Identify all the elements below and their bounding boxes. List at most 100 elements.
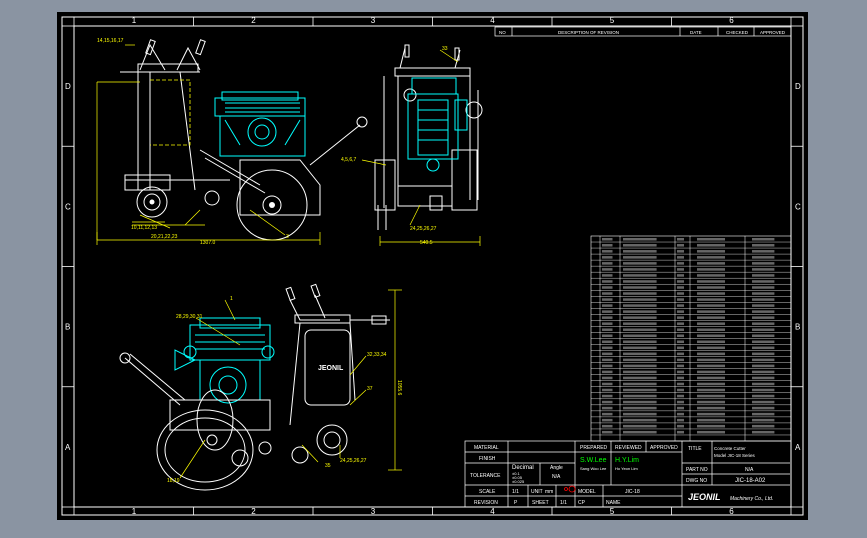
bom-cell-text xyxy=(677,280,684,283)
bom-cell-text xyxy=(602,418,613,422)
bom-cell-text xyxy=(697,334,725,337)
bom-cell-text xyxy=(623,430,657,434)
bom-cell-text xyxy=(677,388,684,392)
unit-val: mm xyxy=(545,489,553,495)
bom-cell-text xyxy=(697,358,725,362)
name-label: NAME xyxy=(606,500,621,506)
callout-side-dim: 1307.0 xyxy=(200,240,216,246)
bom-cell-text xyxy=(752,352,775,356)
bom-cell-text xyxy=(697,406,725,410)
bom-cell-text xyxy=(752,280,775,283)
bom-cell-text xyxy=(752,364,775,368)
title-line-2: Model JIC-18 Series xyxy=(714,453,756,458)
bom-cell-text xyxy=(697,352,725,356)
bom-cell-text xyxy=(602,370,613,374)
bom-cell-text xyxy=(752,244,775,247)
bom-cell-text xyxy=(752,412,775,416)
bom-cell-text xyxy=(752,238,775,241)
bom-cell-text xyxy=(752,418,775,422)
callout-iso-right1: 32,33,34 xyxy=(367,352,387,358)
revision-checked-header: CHECKED xyxy=(726,30,749,35)
bom-cell-text xyxy=(697,394,725,398)
zone-row-label: A xyxy=(65,443,71,452)
bom-cell-text xyxy=(697,268,725,271)
bom-cell-text xyxy=(623,364,657,368)
angle-label: Angle xyxy=(550,465,563,471)
bom-cell-text xyxy=(697,346,725,350)
bom-cell-text xyxy=(697,244,725,247)
bom-cell-text xyxy=(677,364,684,368)
bom-cell-text xyxy=(677,292,684,295)
bom-cell-text xyxy=(602,262,613,265)
bom-cell-text xyxy=(602,328,613,331)
bom-cell-text xyxy=(697,328,725,331)
bom-cell-text xyxy=(697,286,725,289)
bom-cell-text xyxy=(677,418,684,422)
bom-cell-text xyxy=(602,286,613,289)
bom-cell-text xyxy=(602,340,613,344)
callout-iso-right3: 35 xyxy=(325,463,331,469)
prepared-sub: Sang Woo Lee xyxy=(580,466,607,471)
bom-cell-text xyxy=(623,268,657,271)
bom-cell-text xyxy=(602,304,613,307)
bom-cell-text xyxy=(677,268,684,271)
bom-cell-text xyxy=(697,376,725,380)
zone-column-label: 2 xyxy=(251,507,256,516)
callout-iso-low2: 24,25,26,27 xyxy=(340,458,367,464)
bom-cell-text xyxy=(602,316,613,319)
bom-cell-text xyxy=(623,400,657,404)
cp-label: CP xyxy=(578,500,586,506)
bom-cell-text xyxy=(752,376,775,380)
bom-cell-text xyxy=(623,286,657,289)
zone-column-label: 4 xyxy=(490,507,495,516)
zone-column-label: 4 xyxy=(490,16,495,25)
bom-cell-text xyxy=(677,406,684,410)
cad-drawing-canvas[interactable]: 112233445566D DC CB BA A NO DESCRIPTION OF R… xyxy=(0,0,867,533)
bom-cell-text xyxy=(677,352,684,356)
title-label: TITLE xyxy=(688,446,702,452)
revision-approved-header: APPROVED xyxy=(760,30,786,35)
bom-cell-text xyxy=(623,274,657,277)
bom-cell-text xyxy=(752,328,775,331)
bom-cell-text xyxy=(677,262,684,265)
bom-cell-text xyxy=(677,358,684,362)
company-logo: JEONIL xyxy=(688,492,721,502)
bom-cell-text xyxy=(677,244,684,247)
bom-cell-text xyxy=(752,346,775,350)
bom-cell-text xyxy=(697,304,725,307)
bom-cell-text xyxy=(602,298,613,301)
bom-cell-text xyxy=(623,382,657,386)
zone-row-label: A xyxy=(795,443,801,452)
callout-side-right: 3 xyxy=(286,234,289,240)
bom-cell-text xyxy=(623,322,657,325)
approved-label: APPROVED xyxy=(650,445,678,451)
bom-cell-text xyxy=(752,334,775,337)
bom-cell-text xyxy=(623,244,657,247)
bom-cell-text xyxy=(623,280,657,283)
bom-cell-text xyxy=(752,406,775,410)
bom-cell-text xyxy=(677,310,684,313)
bom-cell-text xyxy=(752,322,775,325)
bom-cell-text xyxy=(623,376,657,380)
bom-cell-text xyxy=(602,376,613,380)
bom-cell-text xyxy=(677,286,684,289)
zone-row-label: D xyxy=(795,82,801,91)
bom-cell-text xyxy=(752,250,775,253)
bom-cell-text xyxy=(697,340,725,344)
bom-cell-text xyxy=(677,322,684,325)
bom-cell-text xyxy=(602,358,613,362)
zone-column-label: 1 xyxy=(132,16,137,25)
bom-cell-text xyxy=(697,274,725,277)
zone-column-label: 3 xyxy=(371,507,376,516)
sheet-val: 1/1 xyxy=(560,500,567,506)
bom-cell-text xyxy=(697,370,725,374)
bom-cell-text xyxy=(677,250,684,253)
bom-cell-text xyxy=(677,382,684,386)
bom-cell-text xyxy=(677,340,684,344)
tolerance-val-3: ±0.025 xyxy=(512,479,525,484)
bom-cell-text xyxy=(752,400,775,404)
reviewed-sub: Ho Yeon Lim xyxy=(615,466,638,471)
callout-front-low: 24,25,26,27 xyxy=(410,226,437,232)
bom-cell-text xyxy=(752,340,775,344)
prepared-name: S.W.Lee xyxy=(580,457,607,464)
